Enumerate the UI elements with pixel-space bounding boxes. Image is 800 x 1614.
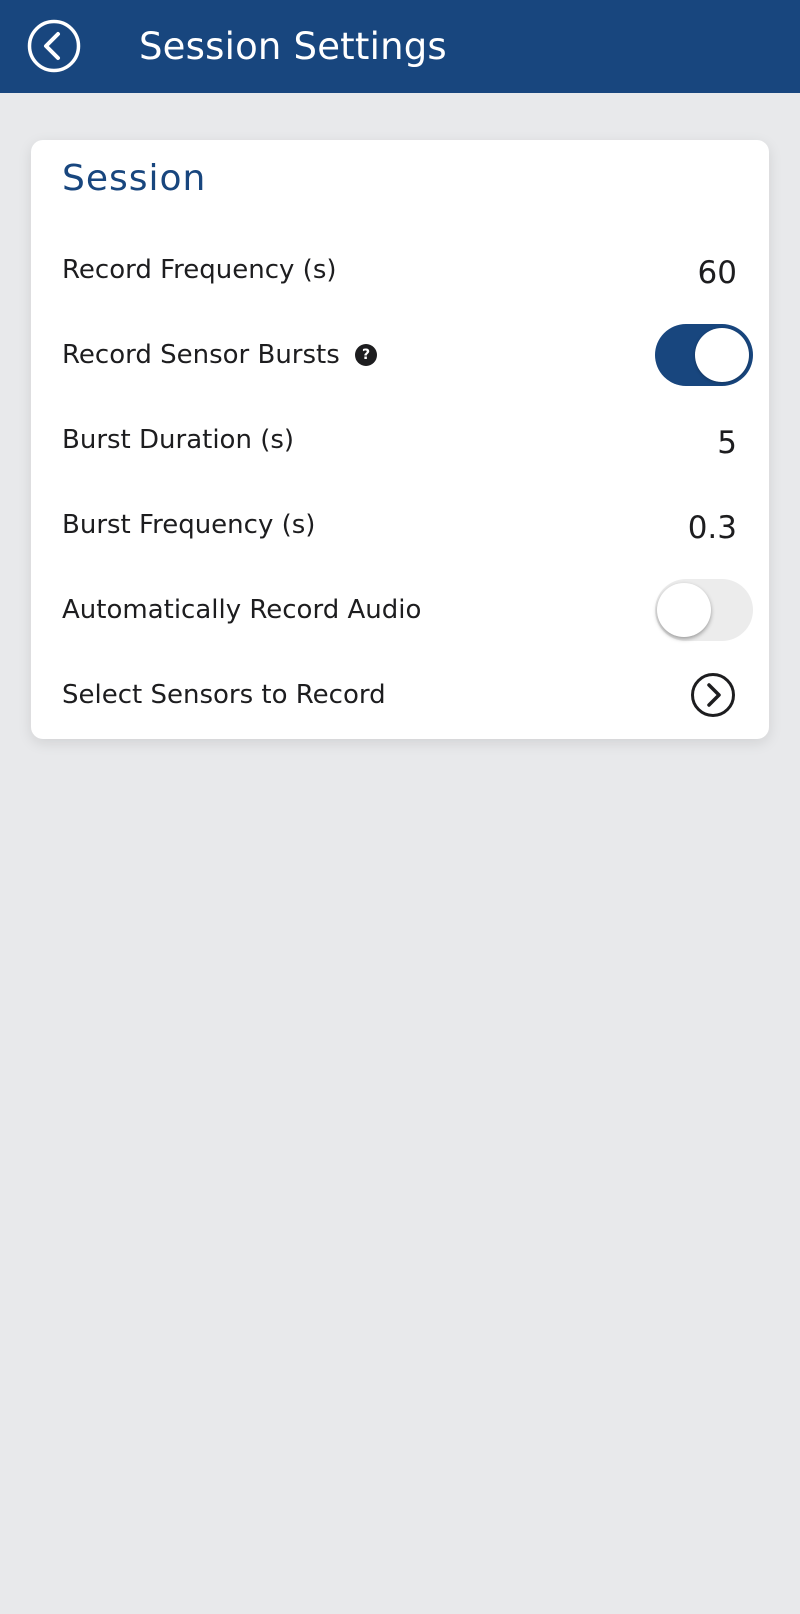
record-frequency-label: Record Frequency (s)	[62, 255, 337, 285]
select-sensors-row[interactable]: Select Sensors to Record	[31, 653, 769, 737]
record-frequency-value[interactable]: 60	[698, 228, 737, 312]
auto-record-audio-label: Automatically Record Audio	[62, 595, 422, 625]
burst-duration-value[interactable]: 5	[717, 398, 737, 482]
chevron-left-circle-icon	[27, 19, 81, 73]
record-sensor-bursts-toggle[interactable]	[655, 324, 753, 386]
auto-record-audio-toggle[interactable]	[655, 579, 753, 641]
chevron-right-circle-icon[interactable]	[690, 672, 736, 718]
burst-frequency-row[interactable]: Burst Frequency (s) 0.3	[31, 483, 769, 567]
record-sensor-bursts-label: Record Sensor Bursts	[62, 340, 340, 370]
burst-duration-label: Burst Duration (s)	[62, 425, 295, 455]
app-bar: Session Settings	[0, 0, 800, 93]
auto-record-audio-row: Automatically Record Audio	[31, 568, 769, 652]
select-sensors-label: Select Sensors to Record	[62, 680, 386, 710]
toggle-knob	[695, 328, 749, 382]
record-frequency-row[interactable]: Record Frequency (s) 60	[31, 228, 769, 312]
help-icon[interactable]: ?	[355, 344, 377, 366]
back-button[interactable]	[26, 18, 82, 74]
burst-frequency-value[interactable]: 0.3	[688, 483, 737, 567]
page-title: Session Settings	[139, 25, 447, 68]
toggle-knob	[657, 583, 711, 637]
session-card: Session Record Frequency (s) 60 Record S…	[31, 140, 769, 739]
burst-duration-row[interactable]: Burst Duration (s) 5	[31, 398, 769, 482]
burst-frequency-label: Burst Frequency (s)	[62, 510, 316, 540]
record-sensor-bursts-row: Record Sensor Bursts ?	[31, 313, 769, 397]
section-title: Session	[62, 158, 207, 199]
